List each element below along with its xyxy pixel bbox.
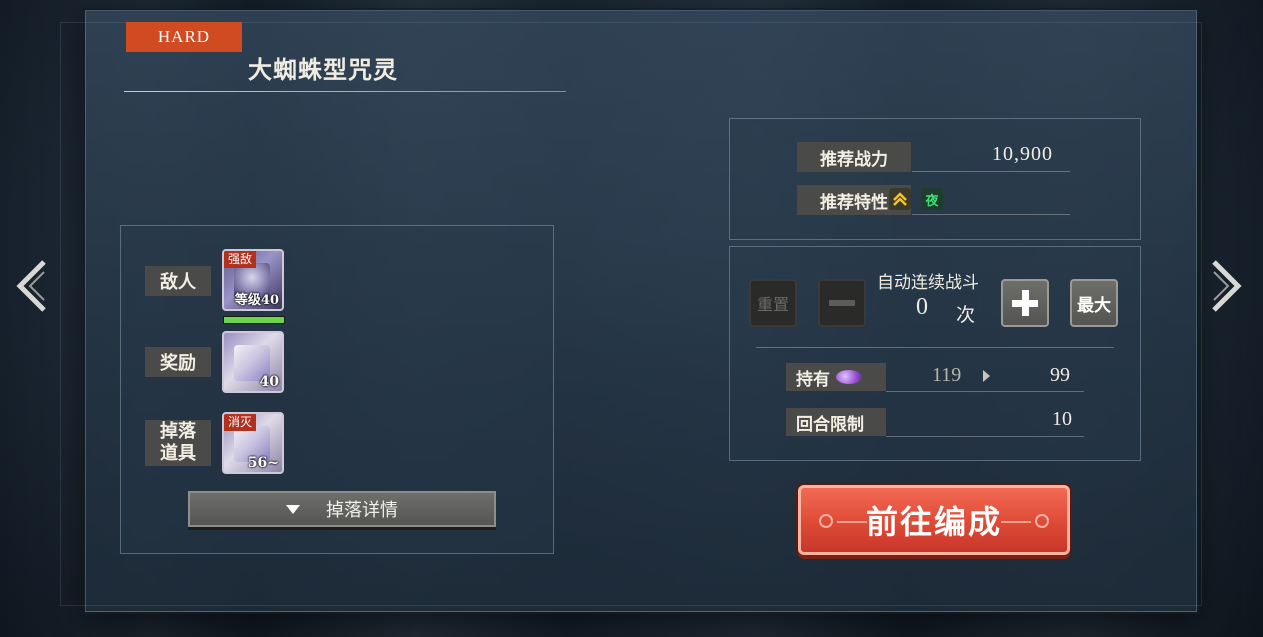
held-label-text: 持有 — [796, 369, 830, 390]
drop-item[interactable]: 消灭 56~ — [222, 412, 284, 474]
max-button[interactable]: 最大 — [1070, 279, 1118, 327]
enemy-item[interactable]: 强敌 等级40 — [222, 249, 284, 311]
chevron-up-icon[interactable] — [889, 188, 911, 210]
recommended-power-value: 10,900 — [992, 143, 1053, 165]
reset-button[interactable]: 重置 — [749, 279, 797, 327]
night-trait-icon[interactable]: 夜 — [921, 188, 943, 210]
triangle-down-icon — [286, 504, 300, 514]
button-ornament-left — [819, 514, 833, 528]
trait-underline — [912, 214, 1070, 215]
drop-label-line1: 掉落 — [160, 421, 196, 442]
recommend-box — [729, 118, 1141, 240]
auto-battle-count: 0 — [916, 294, 928, 320]
drop-details-button[interactable]: 掉落详情 — [188, 491, 496, 527]
held-current-value: 119 — [932, 364, 962, 386]
plus-icon — [1012, 290, 1038, 316]
enemy-level: 等级40 — [234, 293, 279, 308]
turn-limit-label: 回合限制 — [786, 408, 886, 436]
minus-icon — [829, 300, 855, 306]
drop-badge: 消灭 — [224, 414, 257, 431]
stage-title: 大蜘蛛型咒灵 — [248, 55, 398, 84]
arrow-right-icon — [983, 370, 990, 382]
chevron-left-icon — [16, 260, 46, 312]
turn-limit-underline — [886, 436, 1084, 437]
power-underline — [912, 171, 1070, 172]
button-ornament-line-left — [837, 521, 867, 523]
increase-button[interactable] — [1001, 279, 1049, 327]
cursed-energy-icon — [836, 370, 862, 384]
reward-label: 奖励 — [145, 347, 211, 377]
go-to-formation-button[interactable]: 前往编成 — [798, 485, 1070, 555]
reward-item[interactable]: 40 — [222, 331, 284, 393]
next-stage-button[interactable] — [1208, 258, 1244, 314]
auto-battle-unit: 次 — [956, 304, 976, 326]
button-ornament-right — [1035, 514, 1049, 528]
held-label: 持有 — [786, 363, 886, 391]
go-to-formation-label: 前往编成 — [865, 503, 1002, 541]
previous-stage-button[interactable] — [14, 258, 50, 314]
chevron-right-icon — [1212, 260, 1242, 312]
auto-battle-title: 自动连续战斗 — [877, 273, 979, 293]
enemy-hp-bar — [223, 316, 285, 324]
turn-limit-value: 10 — [1052, 408, 1072, 430]
drop-count: 56~ — [247, 455, 279, 471]
enemy-label: 敌人 — [145, 266, 211, 296]
button-ornament-line-right — [1001, 521, 1031, 523]
recommended-power-label: 推荐战力 — [797, 142, 911, 172]
reward-count: 40 — [259, 374, 279, 390]
drop-details-label: 掉落详情 — [326, 500, 398, 521]
battle-divider — [756, 347, 1114, 348]
enemy-badge: 强敌 — [224, 251, 257, 268]
held-underline — [886, 391, 1084, 392]
decrease-button[interactable] — [818, 279, 866, 327]
title-divider — [124, 91, 566, 92]
difficulty-tag: HARD — [126, 22, 242, 52]
enemy-hp-fill — [224, 317, 284, 323]
drop-label-line2: 道具 — [160, 443, 196, 464]
drop-items-label: 掉落 道具 — [145, 420, 211, 466]
held-after-value: 99 — [1050, 364, 1070, 386]
